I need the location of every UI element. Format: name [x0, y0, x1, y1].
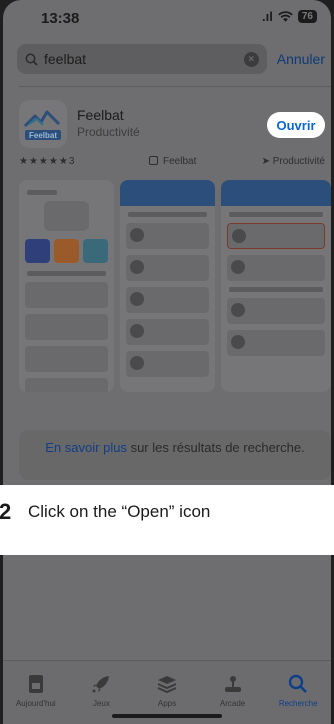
- today-icon: [3, 673, 69, 695]
- signal-icon: .ıl: [262, 9, 273, 24]
- developer-icon: [149, 156, 158, 165]
- category-label: ➤ Productivité: [261, 156, 325, 167]
- search-query: feelbat: [44, 51, 87, 67]
- more-info-text: sur les résultats de recherche.: [130, 440, 305, 455]
- phone-screen: 13:38 .ıl 76 feelbat × Annuler Feelbat F…: [3, 0, 331, 724]
- category-name: Productivité: [272, 156, 325, 167]
- battery-icon: 76: [297, 10, 317, 23]
- screenshot-1[interactable]: [19, 180, 114, 392]
- tab-label: Recherche: [278, 699, 318, 708]
- screenshot-3[interactable]: [221, 180, 331, 392]
- divider: [19, 86, 331, 87]
- app-meta-row: ★★★★★3 Feelbat ➤ Productivité: [19, 156, 325, 172]
- developer-name: Feelbat: [163, 156, 197, 167]
- status-icons: .ıl 76: [262, 9, 317, 24]
- cancel-button[interactable]: Annuler: [277, 51, 325, 67]
- wifi-icon: [278, 10, 293, 22]
- app-icon[interactable]: Feelbat: [19, 100, 67, 148]
- instruction-text: Click on the “Open” icon: [28, 502, 211, 521]
- open-button[interactable]: Ouvrir: [267, 112, 325, 138]
- tab-label: Apps: [157, 699, 177, 708]
- home-indicator[interactable]: [112, 714, 222, 718]
- tab-search[interactable]: Recherche: [265, 661, 331, 724]
- feelbat-logo: Feelbat: [23, 110, 61, 140]
- search-input[interactable]: feelbat ×: [17, 44, 267, 74]
- screenshot-logo: [44, 201, 89, 231]
- step-number: 2: [0, 499, 12, 524]
- search-row: feelbat × Annuler: [17, 44, 325, 74]
- search-icon: [25, 53, 38, 66]
- apps-stack-icon: [134, 673, 200, 695]
- instruction-banner: 2 Click on the “Open” icon: [0, 485, 334, 555]
- screenshot-2[interactable]: [120, 180, 215, 392]
- divider: [3, 560, 331, 561]
- svg-text:Feelbat: Feelbat: [29, 131, 57, 140]
- tab-label: Arcade: [219, 699, 246, 708]
- app-result[interactable]: Feelbat Feelbat Productivité Ouvrir: [19, 100, 325, 148]
- more-info-link[interactable]: En savoir plus: [45, 440, 127, 455]
- clear-icon[interactable]: ×: [243, 51, 259, 67]
- more-info-box[interactable]: En savoir plus sur les résultats de rech…: [19, 430, 331, 480]
- tab-label: Aujourd'hui: [15, 699, 56, 708]
- tab-today[interactable]: Aujourd'hui: [3, 661, 69, 724]
- app-name: Feelbat: [77, 107, 124, 123]
- status-bar: 13:38 .ıl 76: [3, 0, 331, 38]
- search-icon: [265, 673, 331, 695]
- joystick-icon: [200, 673, 266, 695]
- tab-label: Jeux: [92, 699, 110, 708]
- status-time: 13:38: [41, 10, 80, 27]
- rocket-icon: [69, 673, 135, 695]
- rating-stars: ★★★★★3: [19, 156, 76, 167]
- app-category: Productivité: [77, 125, 140, 139]
- developer-label: Feelbat: [149, 156, 196, 167]
